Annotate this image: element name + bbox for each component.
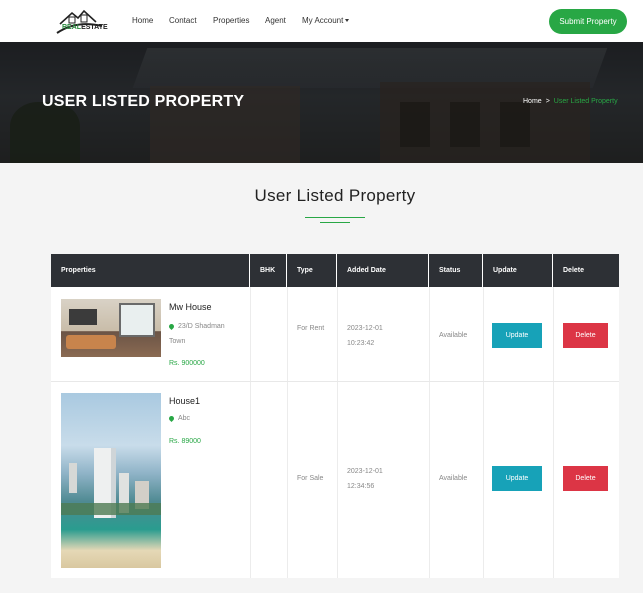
- title-underline: [305, 217, 365, 218]
- nav-properties[interactable]: Properties: [213, 16, 249, 25]
- table-header: Properties BHK Type Added Date Status Up…: [51, 254, 619, 287]
- property-address-text: Abc: [178, 415, 191, 422]
- column-header: Added Date: [337, 254, 429, 287]
- image-detail: [119, 303, 155, 337]
- property-name[interactable]: Mw House: [169, 302, 212, 312]
- hero-banner: USER LISTED PROPERTY Home > User Listed Pr…: [0, 42, 643, 163]
- update-button[interactable]: Update: [492, 323, 542, 348]
- nav-my-account-label: My Account: [302, 16, 344, 25]
- property-address: 23/D Shadman Town: [167, 319, 239, 349]
- logo-text: REALESTATE: [62, 24, 108, 31]
- delete-button[interactable]: Delete: [563, 466, 608, 491]
- breadcrumb-current: User Listed Property: [553, 98, 618, 105]
- update-button[interactable]: Update: [492, 466, 542, 491]
- type-value: For Rent: [297, 325, 325, 332]
- property-image[interactable]: [61, 299, 161, 357]
- column-header: Delete: [563, 267, 585, 274]
- table-row: Mw House 23/D Shadman Town Rs. 900000 Fo…: [51, 287, 619, 382]
- column-header: Type: [287, 254, 337, 287]
- breadcrumb-separator: >: [545, 98, 550, 105]
- submit-property-button[interactable]: Submit Property: [549, 9, 627, 34]
- map-pin-icon: [167, 414, 176, 422]
- column-header: BHK: [250, 254, 287, 287]
- added-date-value: 2023-12-01 10:23:42: [347, 325, 383, 347]
- nav-my-account[interactable]: My Account: [302, 16, 350, 25]
- nav-agent[interactable]: Agent: [265, 16, 286, 25]
- caret-down-icon: [345, 19, 350, 23]
- property-name[interactable]: House1: [169, 396, 200, 406]
- nav-home[interactable]: Home: [132, 16, 153, 25]
- column-header: Properties: [51, 254, 250, 287]
- section-title: User Listed Property: [254, 186, 416, 205]
- image-detail: [66, 335, 116, 349]
- breadcrumb: Home > User Listed Property: [523, 98, 618, 105]
- property-address-text: 23/D Shadman Town: [169, 323, 225, 345]
- property-price: Rs. 900000: [169, 360, 205, 367]
- property-table: Properties BHK Type Added Date Status Up…: [51, 254, 619, 578]
- nav-contact[interactable]: Contact: [169, 16, 197, 25]
- column-header: Status: [429, 254, 483, 287]
- site-logo[interactable]: [56, 6, 108, 36]
- property-image[interactable]: [61, 393, 161, 568]
- table-row: House1 Abc Rs. 89000 For Sale 2023-12-01…: [51, 383, 619, 578]
- title-underline: [320, 222, 350, 223]
- house-logo-icon: [56, 9, 103, 34]
- image-detail: [69, 463, 77, 493]
- image-detail: [61, 503, 161, 515]
- status-value: Available: [439, 332, 468, 339]
- site-header: REALESTATE Home Contact Properties Agent…: [0, 0, 643, 42]
- image-detail: [69, 309, 97, 325]
- column-header: Update: [483, 254, 553, 287]
- status-value: Available: [439, 475, 468, 482]
- type-value: For Sale: [297, 475, 324, 482]
- breadcrumb-home[interactable]: Home: [523, 98, 542, 105]
- page-title: USER LISTED PROPERTY: [42, 93, 245, 110]
- map-pin-icon: [167, 322, 176, 330]
- property-price: Rs. 89000: [169, 438, 201, 445]
- property-address: Abc: [167, 411, 239, 426]
- added-date-value: 2023-12-01 12:34:56: [347, 468, 383, 490]
- delete-button[interactable]: Delete: [563, 323, 608, 348]
